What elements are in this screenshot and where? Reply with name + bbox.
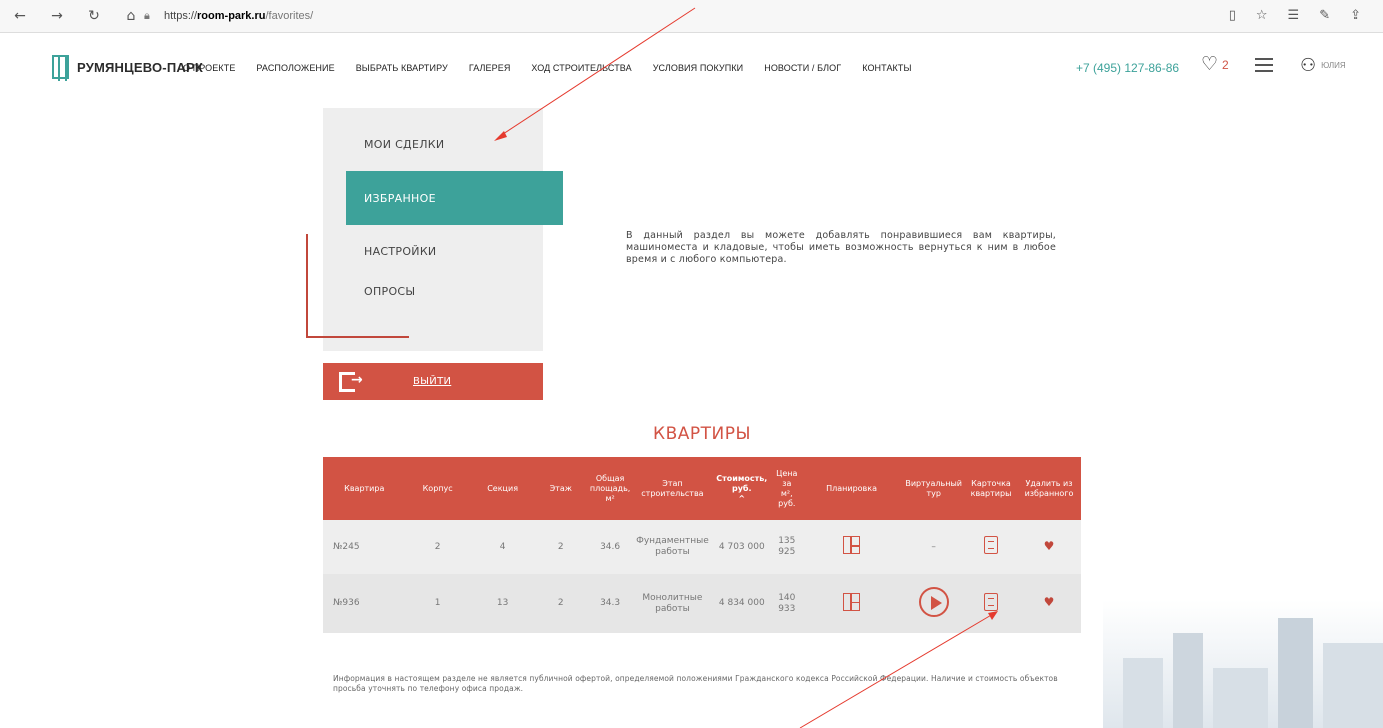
- decorative-corner-bottom: [306, 336, 409, 338]
- share-icon[interactable]: ⇪: [1350, 8, 1361, 23]
- menu-item-news[interactable]: НОВОСТИ / БЛОГ: [764, 63, 841, 73]
- col-plan: Планировка: [800, 457, 903, 520]
- logo-icon: [52, 55, 69, 81]
- play-icon[interactable]: [918, 586, 949, 617]
- forward-icon[interactable]: →: [49, 8, 65, 24]
- site-header: РУМЯНЦЕВО-ПАРК О ПРОЕКТЕ РАСПОЛОЖЕНИЕ ВЫ…: [0, 33, 1383, 105]
- url-host: room-park.ru: [197, 10, 266, 22]
- menu-item-location[interactable]: РАСПОЛОЖЕНИЕ: [256, 63, 334, 73]
- col-price-m2[interactable]: Цена за м², руб.: [772, 457, 801, 520]
- favorites-button[interactable]: ♡ 2: [1201, 55, 1229, 74]
- cell-section: 13: [469, 574, 536, 633]
- col-tour: Виртуальный тур: [902, 457, 965, 520]
- heart-remove-icon[interactable]: ♥: [1044, 539, 1055, 553]
- heart-outline-icon: ♡: [1201, 53, 1219, 75]
- user-name: ЮЛИЯ: [1321, 61, 1346, 70]
- col-price[interactable]: Стоимость, руб. ^: [710, 457, 773, 520]
- logout-label: ВЫЙТИ: [413, 376, 452, 387]
- cell-apartment: №936: [323, 574, 406, 633]
- table-header-row: Квартира Корпус Секция Этаж Общая площад…: [323, 457, 1081, 520]
- cell-price-m2: 135 925: [772, 520, 801, 574]
- phone-link[interactable]: +7 (495) 127-86-86: [1076, 61, 1179, 75]
- table-row: №245 2 4 2 34.6 Фундаментные работы 4 70…: [323, 520, 1081, 574]
- document-icon[interactable]: [984, 536, 998, 554]
- address-bar[interactable]: 🔒︎ https://room-park.ru/favorites/: [144, 5, 1194, 27]
- cell-area: 34.6: [586, 520, 635, 574]
- decorative-corner: [306, 234, 308, 338]
- cell-floor: 2: [535, 520, 587, 574]
- favorites-table: Квартира Корпус Секция Этаж Общая площад…: [323, 457, 1081, 633]
- floorplan-icon[interactable]: [843, 592, 861, 611]
- col-area[interactable]: Общая площадь, м²: [586, 457, 635, 520]
- cell-section: 4: [469, 520, 536, 574]
- reading-view-icon[interactable]: ▯: [1229, 8, 1236, 23]
- menu-item-choose-apartment[interactable]: ВЫБРАТЬ КВАРТИРУ: [356, 63, 448, 73]
- skyline-background: [1103, 600, 1383, 728]
- menu-item-contacts[interactable]: КОНТАКТЫ: [862, 63, 911, 73]
- favorites-count: 2: [1222, 57, 1229, 72]
- browser-toolbar: ← → ↻ ⌂ 🔒︎ https://room-park.ru/favorite…: [0, 0, 1383, 33]
- heart-remove-icon[interactable]: ♥: [1044, 595, 1055, 609]
- floorplan-icon[interactable]: [843, 536, 861, 554]
- col-section[interactable]: Секция: [469, 457, 536, 520]
- col-remove: Удалить из избранного: [1017, 457, 1081, 520]
- back-icon[interactable]: ←: [12, 8, 28, 24]
- cell-remove: ♥: [1017, 574, 1081, 633]
- document-icon[interactable]: [984, 592, 998, 611]
- star-icon[interactable]: ☆: [1256, 8, 1268, 23]
- menu-icon[interactable]: [1255, 58, 1273, 76]
- cell-price: 4 703 000: [710, 520, 773, 574]
- logout-icon: [339, 371, 363, 392]
- table-row: №936 1 13 2 34.3 Монолитные работы 4 834…: [323, 574, 1081, 633]
- pen-icon[interactable]: ✎: [1319, 8, 1330, 23]
- menu-item-gallery[interactable]: ГАЛЕРЕЯ: [469, 63, 511, 73]
- col-stage[interactable]: Этап строительства: [634, 457, 711, 520]
- cell-stage: Монолитные работы: [634, 574, 711, 633]
- cell-building: 2: [405, 520, 470, 574]
- url-prefix: https://: [164, 10, 198, 22]
- favorites-bar-icon[interactable]: ☰: [1288, 8, 1300, 23]
- intro-text: В данный раздел вы можете добавлять понр…: [626, 230, 1056, 265]
- user-icon: ⚇: [1300, 55, 1317, 76]
- col-card: Карточка квартиры: [965, 457, 1017, 520]
- cell-stage: Фундаментные работы: [634, 520, 711, 574]
- main-menu: О ПРОЕКТЕ РАСПОЛОЖЕНИЕ ВЫБРАТЬ КВАРТИРУ …: [183, 63, 933, 73]
- user-button[interactable]: ⚇ ЮЛИЯ: [1300, 55, 1346, 76]
- sidebar-item-settings[interactable]: НАСТРОЙКИ: [364, 245, 436, 258]
- section-title: КВАРТИРЫ: [653, 424, 751, 444]
- col-apartment[interactable]: Квартира: [323, 457, 406, 520]
- cell-price-m2: 140 933: [772, 574, 801, 633]
- cell-remove: ♥: [1017, 520, 1081, 574]
- col-price-label: Стоимость, руб.: [716, 473, 768, 493]
- col-floor[interactable]: Этаж: [535, 457, 587, 520]
- cell-plan: [800, 574, 903, 633]
- cell-tour: [902, 574, 965, 633]
- lock-icon: 🔒︎: [144, 9, 150, 22]
- menu-item-purchase-terms[interactable]: УСЛОВИЯ ПОКУПКИ: [653, 63, 744, 73]
- disclaimer-text: Информация в настоящем разделе не являет…: [333, 674, 1058, 693]
- cell-building: 1: [405, 574, 470, 633]
- cell-plan: [800, 520, 903, 574]
- cell-card: [965, 520, 1017, 574]
- col-building[interactable]: Корпус: [405, 457, 470, 520]
- cell-tour: –: [902, 520, 965, 574]
- cell-price: 4 834 000: [710, 574, 773, 633]
- cell-apartment: №245: [323, 520, 406, 574]
- cell-area: 34.3: [586, 574, 635, 633]
- home-icon[interactable]: ⌂: [123, 8, 139, 24]
- account-sidebar: МОИ СДЕЛКИ ИЗБРАННОЕ НАСТРОЙКИ ОПРОСЫ: [323, 108, 563, 351]
- url-path: /favorites/: [265, 10, 314, 22]
- sort-indicator: ^: [738, 493, 746, 503]
- menu-item-construction[interactable]: ХОД СТРОИТЕЛЬСТВА: [531, 63, 631, 73]
- logo[interactable]: РУМЯНЦЕВО-ПАРК: [52, 55, 203, 81]
- refresh-icon[interactable]: ↻: [86, 8, 102, 24]
- logout-button[interactable]: ВЫЙТИ: [323, 363, 543, 400]
- sidebar-item-polls[interactable]: ОПРОСЫ: [364, 285, 415, 298]
- sidebar-item-favorites[interactable]: ИЗБРАННОЕ: [346, 171, 563, 225]
- cell-floor: 2: [535, 574, 587, 633]
- cell-card: [965, 574, 1017, 633]
- menu-item-about[interactable]: О ПРОЕКТЕ: [183, 63, 235, 73]
- sidebar-item-deals[interactable]: МОИ СДЕЛКИ: [364, 138, 444, 151]
